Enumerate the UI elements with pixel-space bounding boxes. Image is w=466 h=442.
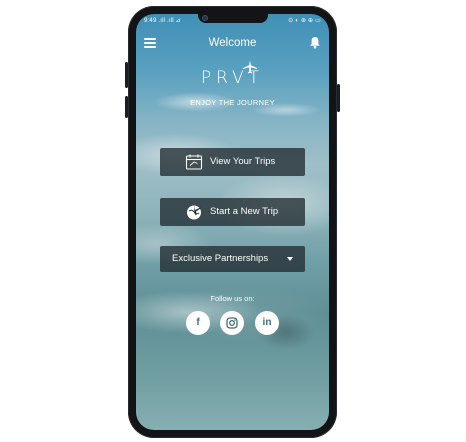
follow-us-heading: Follow us on: (210, 294, 255, 303)
exclusive-partnerships-label: Exclusive Partnerships (172, 253, 269, 264)
globe-plane-icon (187, 205, 201, 220)
calendar-icon (185, 154, 203, 170)
app-bar: Welcome (136, 32, 329, 54)
bell-icon[interactable] (309, 36, 321, 49)
stage: 9:49 .ıll .ıll ⊿ ⊙ ◐ ⊛ ⊕ ▭ Welcome PRVT … (0, 0, 466, 442)
instagram-button[interactable] (220, 311, 244, 335)
view-trips-button[interactable]: View Your Trips (160, 148, 305, 176)
facebook-icon: f (196, 317, 200, 328)
instagram-icon (226, 317, 238, 329)
start-new-trip-label: Start a New Trip (210, 206, 279, 217)
linkedin-icon: in (262, 317, 272, 328)
power-button (337, 84, 340, 112)
airplane-icon (243, 60, 257, 74)
facebook-button[interactable]: f (186, 311, 210, 335)
page-title: Welcome (208, 37, 257, 49)
caret-down-icon (287, 257, 293, 261)
camera-notch (198, 14, 268, 23)
exclusive-partnerships-dropdown[interactable]: Exclusive Partnerships (160, 246, 305, 272)
linkedin-button[interactable]: in (255, 311, 279, 335)
tagline: ENJOY THE JOURNEY (190, 98, 275, 107)
app-screen: 9:49 .ıll .ıll ⊿ ⊙ ◐ ⊛ ⊕ ▭ Welcome PRVT … (136, 14, 329, 430)
view-trips-label: View Your Trips (210, 156, 276, 167)
brand-logo: PRVT (136, 60, 329, 90)
start-new-trip-button[interactable]: Start a New Trip (160, 198, 305, 226)
status-icons: ⊙ ◐ ⊛ ⊕ ▭ (288, 18, 321, 24)
status-time-signal: 9:49 .ıll .ıll ⊿ (144, 18, 181, 24)
front-camera (202, 15, 208, 21)
